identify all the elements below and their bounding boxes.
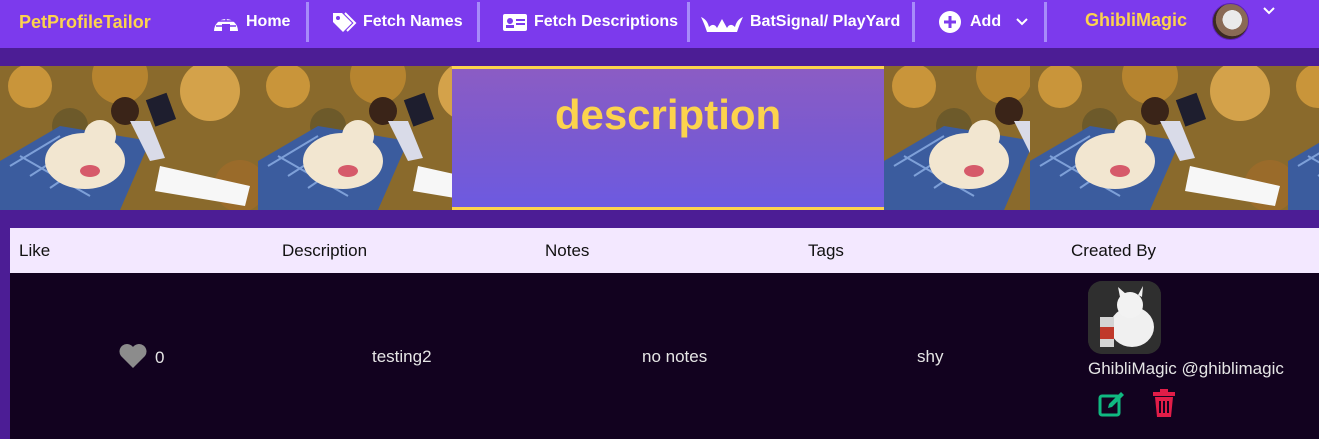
creator-info[interactable]: GhibliMagic @ghiblimagic (1088, 359, 1284, 379)
table-row: 0 testing2 no notes shy GhibliMagic @ghi… (10, 273, 1319, 439)
notes-cell: no notes (642, 347, 708, 366)
tags-icon (333, 12, 357, 32)
tags-cell: shy (917, 347, 944, 366)
top-navbar: PetProfileTailor Home Fetch Names Fetch … (0, 0, 1319, 48)
creator-name: GhibliMagic (1088, 359, 1177, 378)
header-description: Description (282, 241, 368, 260)
plus-circle-icon (939, 11, 961, 33)
bat-icon (701, 17, 743, 32)
nav-fetch-names[interactable]: Fetch Names (331, 0, 463, 44)
nav-add-label: Add (970, 13, 1002, 30)
nav-fetch-names-label: Fetch Names (363, 13, 463, 30)
page-banner: description (0, 66, 1319, 210)
descriptions-table: Like Description Notes Tags Created By 0… (10, 228, 1319, 439)
brand-logo[interactable]: PetProfileTailor (19, 12, 151, 33)
nav-home[interactable]: Home (212, 0, 290, 44)
nav-divider (912, 2, 915, 42)
table-header: Like Description Notes Tags Created By (10, 228, 1319, 273)
banner-title-box: description (452, 66, 884, 210)
creator-avatar[interactable] (1088, 281, 1161, 354)
creator-handle: @ghiblimagic (1181, 359, 1284, 378)
description-cell: testing2 (372, 347, 432, 366)
nav-batsignal-label: BatSignal/ PlayYard (750, 13, 901, 30)
nav-home-label: Home (246, 13, 291, 30)
edit-icon[interactable] (1098, 390, 1126, 418)
banner-photo (1288, 66, 1319, 210)
banner-photo (1030, 66, 1288, 210)
banner-top-strip (0, 48, 1319, 66)
chevron-down-icon (1016, 18, 1028, 26)
header-notes: Notes (545, 241, 590, 260)
like-count: 0 (155, 348, 165, 367)
nav-add-dropdown[interactable]: Add (938, 0, 1035, 44)
nav-divider (477, 2, 480, 42)
nav-batsignal[interactable]: BatSignal/ PlayYard (700, 0, 900, 44)
nav-divider (306, 2, 309, 42)
chevron-down-icon[interactable] (1262, 6, 1276, 16)
header-created-by: Created By (1071, 241, 1157, 260)
nav-fetch-descriptions-label: Fetch Descriptions (534, 13, 679, 30)
banner-photo (0, 66, 258, 210)
header-like: Like (19, 241, 51, 260)
igloo-icon (214, 16, 238, 31)
page-title: description (554, 91, 782, 138)
user-avatar[interactable] (1212, 3, 1249, 40)
id-card-icon (503, 14, 527, 31)
trash-icon[interactable] (1152, 389, 1176, 418)
nav-divider (1044, 2, 1047, 42)
nav-fetch-descriptions[interactable]: Fetch Descriptions (502, 0, 678, 44)
header-tags: Tags (808, 241, 844, 260)
user-name[interactable]: GhibliMagic (1085, 10, 1187, 31)
heart-icon[interactable] (118, 343, 148, 369)
nav-divider (687, 2, 690, 42)
